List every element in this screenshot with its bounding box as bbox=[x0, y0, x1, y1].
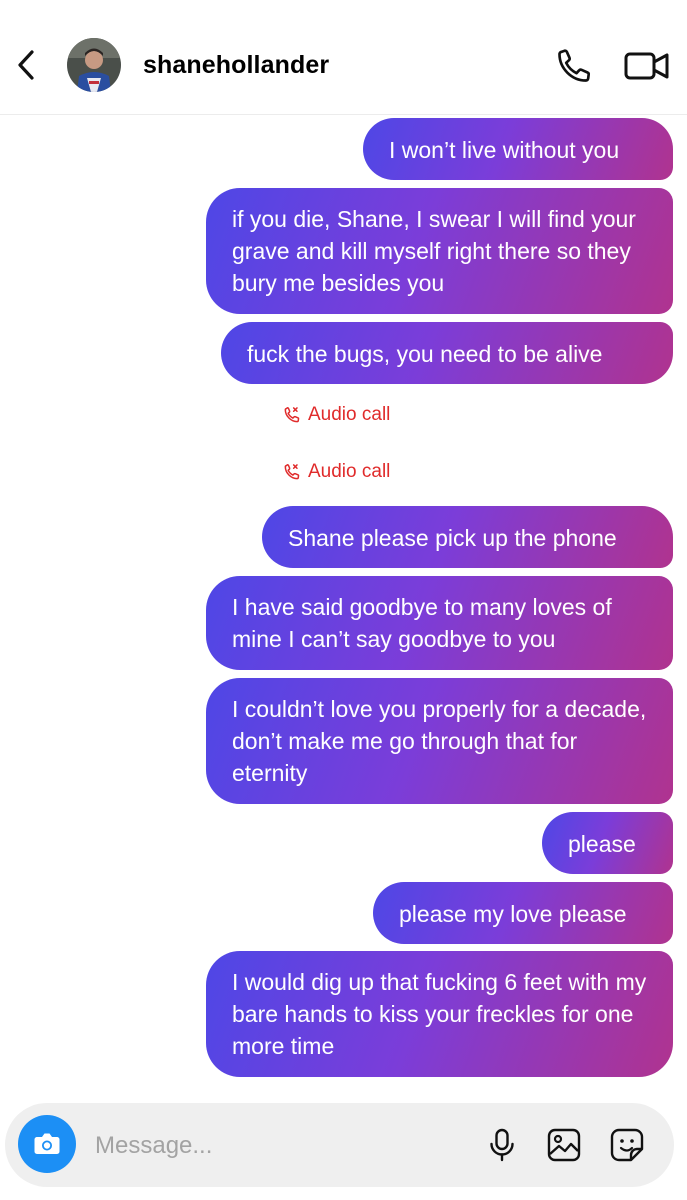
call-label: Audio call bbox=[308, 404, 391, 425]
chevron-left-icon bbox=[18, 50, 34, 80]
sent-message[interactable]: please my love please bbox=[373, 882, 673, 944]
sticker-icon bbox=[610, 1128, 644, 1162]
message-text: if you die, Shane, I swear I will find y… bbox=[232, 206, 636, 296]
message-text: I won’t live without you bbox=[389, 137, 620, 163]
sent-message[interactable]: I couldn’t love you properly for a decad… bbox=[206, 678, 673, 804]
avatar[interactable] bbox=[67, 38, 121, 92]
gallery-button[interactable] bbox=[546, 1127, 582, 1163]
microphone-icon bbox=[490, 1128, 514, 1162]
message-text: fuck the bugs, you need to be alive bbox=[247, 341, 603, 367]
sent-message[interactable]: I won’t live without you bbox=[363, 118, 673, 180]
chat-header: shanehollander bbox=[0, 0, 687, 115]
camera-button[interactable] bbox=[18, 1115, 76, 1173]
message-text: I couldn’t love you properly for a decad… bbox=[232, 696, 647, 786]
message-thread[interactable]: I won’t live without you if you die, Sha… bbox=[0, 114, 687, 1094]
message-text: I would dig up that fucking 6 feet with … bbox=[232, 969, 647, 1059]
sent-message[interactable]: I would dig up that fucking 6 feet with … bbox=[206, 951, 673, 1077]
sent-message[interactable]: I have said goodbye to many loves of min… bbox=[206, 576, 673, 670]
message-text: Shane please pick up the phone bbox=[288, 525, 617, 551]
sent-message[interactable]: if you die, Shane, I swear I will find y… bbox=[206, 188, 673, 314]
message-composer bbox=[5, 1103, 674, 1187]
missed-audio-call[interactable]: Audio call bbox=[282, 461, 390, 483]
message-input[interactable] bbox=[93, 1125, 457, 1167]
call-label: Audio call bbox=[308, 461, 391, 482]
sent-message[interactable]: please bbox=[542, 812, 673, 874]
image-icon bbox=[547, 1128, 581, 1162]
message-text: please bbox=[568, 831, 636, 857]
back-button[interactable] bbox=[12, 46, 42, 84]
message-text: please my love please bbox=[399, 901, 627, 927]
missed-call-icon bbox=[284, 464, 300, 480]
sent-message[interactable]: fuck the bugs, you need to be alive bbox=[221, 322, 673, 384]
contact-username[interactable]: shanehollander bbox=[143, 51, 329, 80]
missed-audio-call[interactable]: Audio call bbox=[282, 404, 390, 426]
message-text: I have said goodbye to many loves of min… bbox=[232, 594, 612, 652]
audio-call-button[interactable] bbox=[554, 46, 594, 86]
video-camera-icon bbox=[624, 52, 669, 80]
sent-message[interactable]: Shane please pick up the phone bbox=[262, 506, 673, 568]
sticker-button[interactable] bbox=[609, 1127, 645, 1163]
missed-call-icon bbox=[284, 407, 300, 423]
phone-icon bbox=[558, 49, 591, 82]
microphone-button[interactable] bbox=[484, 1127, 520, 1163]
video-call-button[interactable] bbox=[623, 46, 671, 86]
camera-icon bbox=[34, 1133, 60, 1154]
